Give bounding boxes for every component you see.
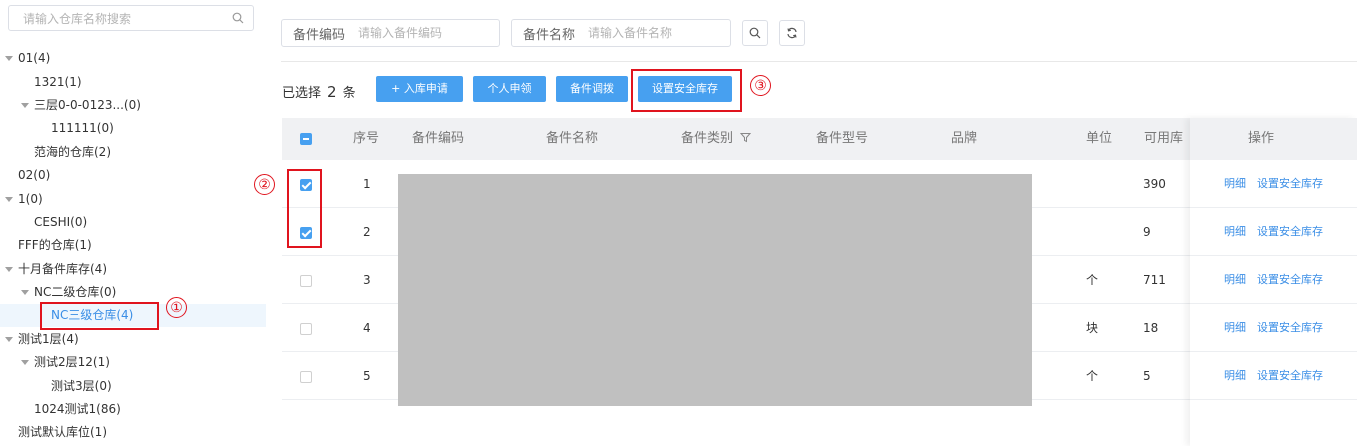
spare-code-input[interactable] [356, 25, 481, 41]
row-checkbox[interactable] [300, 275, 312, 287]
row-available: 711 [1143, 273, 1166, 287]
tree-node[interactable]: FFF的仓库(1) [18, 234, 92, 256]
col-index: 序号 [353, 131, 380, 146]
selection-info: 已选择 2 条 [282, 82, 356, 101]
tree-node[interactable]: 测试默认库位(1) [18, 421, 107, 443]
select-all-checkbox[interactable] [300, 133, 312, 145]
caret-down-icon[interactable] [21, 290, 29, 295]
caret-down-icon[interactable] [5, 337, 13, 342]
tree-node[interactable]: 1024测试1(86) [34, 398, 121, 420]
tree-node-label: 测试默认库位(1) [18, 425, 107, 439]
inbound-request-button[interactable]: + 入库申请 [376, 76, 463, 102]
tree-node[interactable]: 十月备件库存(4) [5, 258, 107, 280]
tree-node-label: FFF的仓库(1) [18, 238, 92, 252]
tree-node[interactable]: 范海的仓库(2) [34, 141, 111, 163]
col-available: 可用库 [1144, 131, 1184, 146]
tree-node[interactable]: 三层0-0-0123...(0) [21, 94, 141, 116]
tree-node-label: 1(0) [18, 192, 43, 206]
tree-node-label: 111111(0) [51, 121, 114, 135]
spare-name-filter[interactable]: 备件名称 [511, 19, 731, 47]
tree-node[interactable]: 01(4) [5, 47, 51, 69]
tree-node-label: 三层0-0-0123...(0) [34, 98, 141, 112]
tree-node[interactable]: 02(0) [18, 164, 50, 186]
annotation-box-3 [631, 69, 742, 112]
col-brand: 品牌 [951, 131, 978, 146]
tree-node-label: 十月备件库存(4) [18, 262, 107, 276]
tree-node[interactable]: CESHI(0) [34, 211, 87, 233]
row-unit: 个 [1086, 273, 1099, 287]
col-code: 备件编码 [412, 131, 465, 146]
refresh-icon [787, 27, 797, 39]
caret-down-icon[interactable] [21, 360, 29, 365]
spare-code-label: 备件编码 [293, 27, 346, 43]
search-button[interactable] [742, 20, 768, 46]
row-available: 18 [1143, 321, 1159, 335]
col-unit: 单位 [1086, 131, 1113, 146]
row-index: 4 [363, 321, 371, 335]
selected-suffix: 条 [342, 86, 356, 101]
tree-node[interactable]: 1(0) [5, 188, 43, 210]
row-index: 1 [363, 177, 371, 191]
row-available: 9 [1143, 225, 1151, 239]
tree-node-label: 测试2层12(1) [34, 355, 110, 369]
annotation-marker-1: ① [166, 297, 187, 318]
tree-node-label: 01(4) [18, 51, 51, 65]
caret-down-icon[interactable] [5, 267, 13, 272]
col-category: 备件类别 [681, 118, 752, 160]
spare-code-filter[interactable]: 备件编码 [281, 19, 500, 47]
spare-name-input[interactable] [586, 25, 711, 41]
fixed-actions-column-shadow [1190, 118, 1357, 446]
filter-icon[interactable] [740, 132, 752, 143]
personal-claim-button[interactable]: 个人申领 [473, 76, 546, 102]
spare-name-label: 备件名称 [523, 27, 576, 43]
row-index: 2 [363, 225, 371, 239]
tree-node[interactable]: 111111(0) [51, 117, 114, 139]
col-name: 备件名称 [546, 131, 599, 146]
tree-node-label: CESHI(0) [34, 215, 88, 229]
tree-node[interactable]: NC二级仓库(0) [21, 281, 117, 303]
warehouse-tree-panel: 01(4) 1321(1) 三层0-0-0123...(0) 111111(0)… [0, 0, 266, 446]
annotation-marker-2: ② [254, 174, 275, 195]
caret-down-icon[interactable] [5, 197, 13, 202]
tree-node[interactable]: 测试1层(4) [5, 328, 79, 350]
col-category-label: 备件类别 [681, 131, 734, 146]
tree-node[interactable]: 测试3层(0) [51, 375, 112, 397]
tree-node-label: 1024测试1(86) [34, 402, 121, 416]
warehouse-search-input[interactable] [21, 7, 225, 31]
search-icon [749, 27, 761, 39]
annotation-marker-3: ③ [750, 75, 771, 96]
tree-node-label: NC二级仓库(0) [34, 285, 117, 299]
row-checkbox[interactable] [300, 323, 312, 335]
tree-node[interactable]: 测试2层12(1) [21, 351, 110, 373]
row-available: 390 [1143, 177, 1166, 191]
row-available: 5 [1143, 369, 1151, 383]
caret-down-icon[interactable] [21, 103, 29, 108]
divider [281, 61, 1357, 62]
row-unit: 块 [1086, 321, 1099, 335]
tree-node-label: 测试1层(4) [18, 332, 79, 346]
col-model: 备件型号 [816, 131, 869, 146]
tree-node-label: 测试3层(0) [51, 379, 112, 393]
annotation-box-2 [287, 169, 322, 248]
caret-down-icon[interactable] [5, 56, 13, 61]
tree-node-label: 02(0) [18, 168, 51, 182]
warehouse-search[interactable] [8, 5, 254, 31]
row-index: 5 [363, 369, 371, 383]
redacted-region [398, 174, 1032, 406]
reset-button[interactable] [779, 20, 805, 46]
spare-transfer-button[interactable]: 备件调拨 [556, 76, 628, 102]
row-checkbox[interactable] [300, 371, 312, 383]
row-index: 3 [363, 273, 371, 287]
annotation-box-1 [40, 302, 159, 330]
search-icon[interactable] [232, 12, 244, 24]
tree-node-label: 范海的仓库(2) [34, 145, 111, 159]
tree-node-label: 1321(1) [34, 75, 82, 89]
tree-node[interactable]: 1321(1) [34, 71, 82, 93]
row-unit: 个 [1086, 369, 1099, 383]
selected-count: 2 [327, 83, 337, 101]
selected-prefix: 已选择 [282, 86, 322, 101]
